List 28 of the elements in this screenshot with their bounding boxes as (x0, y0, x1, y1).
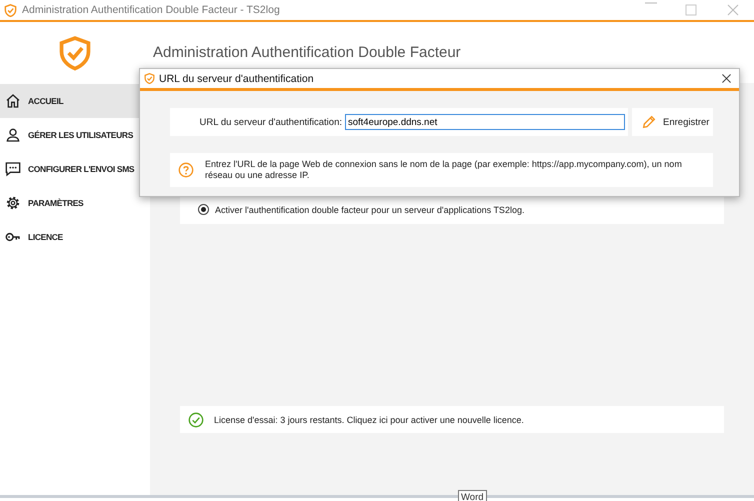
shield-icon (144, 73, 155, 84)
license-message[interactable]: License d'essai: 3 jours restants. Cliquez ici pour activer une nouvelle licence. (214, 414, 524, 424)
close-icon (725, 2, 741, 18)
save-button[interactable]: Enregistrer (632, 108, 713, 136)
sidebar-item[interactable]: LICENCE (0, 220, 150, 254)
help-text: Entrez l'URL de la page Web de connexion sans le nom de la page (par exemple: https://app.mycompany.com), un nom réseau ou une adresse IP. (205, 159, 683, 181)
sidebar-item[interactable]: CONFIGURER L'ENVOI SMS (0, 152, 150, 186)
maximize-icon (683, 2, 699, 18)
shield-logo-icon (58, 33, 92, 73)
chat-icon (5, 161, 21, 177)
minimize-icon (645, 2, 657, 4)
check-circle-icon (188, 412, 204, 428)
close-icon (720, 72, 733, 85)
pencil-icon (641, 114, 657, 130)
radio-button[interactable] (198, 204, 209, 215)
window-title: Administration Authentification Double Facteur - TS2log (22, 4, 281, 16)
sidebar-item[interactable]: PARAMÈTRES (0, 186, 150, 220)
url-field[interactable]: soft4europe.ddns.net (345, 114, 625, 130)
option-label: Activer l'authentification double facteur pour un serveur d'applications TS2log. (215, 204, 524, 214)
sidebar-item[interactable]: GÉRER LES UTILISATEURS (0, 118, 150, 152)
question-icon (178, 162, 194, 178)
user-icon (5, 127, 21, 143)
field-label: URL du serveur d'authentification: (200, 116, 342, 128)
home-icon (5, 93, 21, 109)
shield-icon (4, 4, 17, 16)
tooltip: Word (458, 490, 487, 501)
dialog-title: URL du serveur d'authentification (159, 72, 315, 84)
gear-icon (5, 195, 21, 211)
